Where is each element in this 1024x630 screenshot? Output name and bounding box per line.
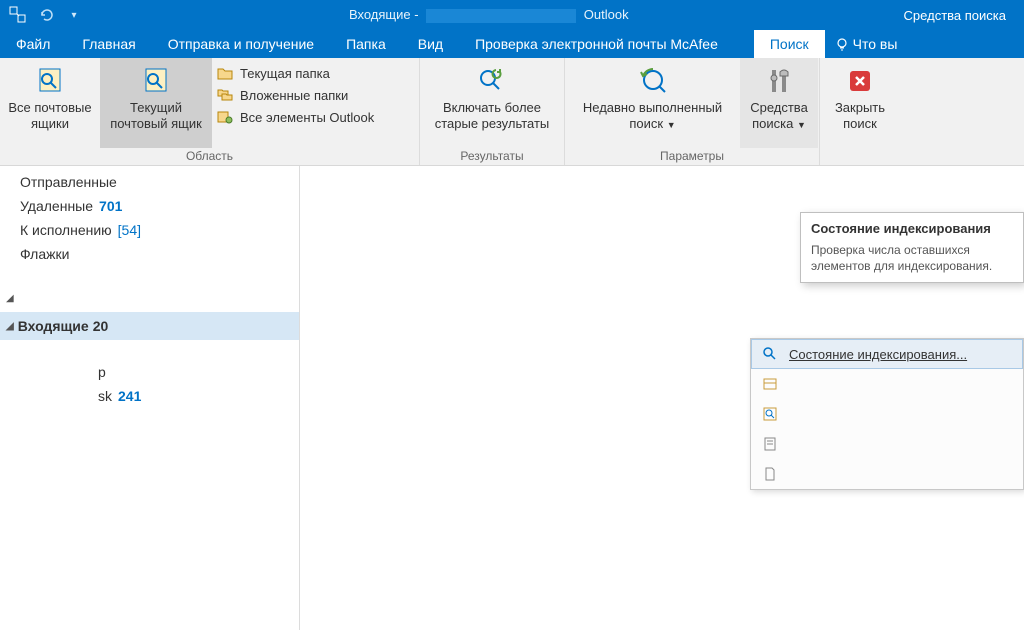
tell-me[interactable]: Что вы (825, 30, 908, 58)
doc-icon (761, 465, 779, 483)
title-bar: ▾ Входящие - Outlook Средства поиска (0, 0, 1024, 30)
folder-deleted-label: Удаленные (20, 198, 93, 214)
folder-sub2-suffix: р (98, 364, 106, 380)
collapse-icon: ◢ (6, 293, 14, 304)
tools-icon (764, 64, 794, 98)
lightbulb-icon (835, 37, 849, 51)
group-results: Включать более старые результаты Результ… (420, 58, 565, 165)
subfolders-icon (216, 86, 234, 104)
dropdown-item-5[interactable] (751, 459, 1023, 489)
ribbon: Все почтовые ящики Текущий почтовый ящик… (0, 58, 1024, 166)
current-mailbox-label: Текущий почтовый ящик (100, 100, 212, 131)
app-icon[interactable] (8, 5, 28, 25)
current-folder-label: Текущая папка (240, 66, 330, 81)
tooltip-title: Состояние индексирования (811, 221, 1013, 236)
folder-inbox[interactable]: ◢ Входящие 20 (0, 312, 299, 340)
dropdown-item-4[interactable] (751, 429, 1023, 459)
recent-search-icon (637, 64, 669, 98)
folder-flags[interactable]: Флажки (0, 242, 299, 266)
locations-icon (761, 375, 779, 393)
folder-inbox-count: 20 (93, 318, 109, 334)
tab-sendreceive[interactable]: Отправка и получение (152, 30, 330, 58)
folder-sent-label: Отправленные (20, 174, 117, 190)
folder-icon (216, 64, 234, 82)
mailbox-search-icon (140, 64, 172, 98)
title-account-redacted (426, 9, 576, 23)
group-scope: Все почтовые ящики Текущий почтовый ящик… (0, 58, 420, 165)
group-options: Недавно выполненный поиск ▼ Средства пои… (565, 58, 820, 165)
group-close-label (820, 149, 900, 165)
search-options-icon (761, 435, 779, 453)
indexing-status-label: Состояние индексирования... (789, 347, 1013, 362)
account-header[interactable]: ◢ (0, 284, 299, 312)
folder-sub-2[interactable]: xxxxxxр (0, 360, 299, 384)
subfolders-item[interactable]: Вложенные папки (216, 86, 374, 104)
folder-deleted[interactable]: Удаленные 701 (0, 194, 299, 218)
advanced-find-icon (761, 405, 779, 423)
folder-sub-3[interactable]: xxxxxxsk 241 (0, 384, 299, 408)
folder-followup-label: К исполнению (20, 222, 112, 238)
folder-followup-count: [54] (118, 222, 141, 238)
tab-mcafee[interactable]: Проверка электронной почты McAfee (459, 30, 734, 58)
title-suffix: Outlook (584, 7, 629, 22)
folder-pane: Отправленные Удаленные 701 К исполнению … (0, 166, 300, 630)
folder-sub-1[interactable] (0, 340, 299, 360)
dropdown-item-3[interactable] (751, 399, 1023, 429)
undo-icon[interactable] (36, 5, 56, 25)
tooltip: Состояние индексирования Проверка числа … (800, 212, 1024, 283)
group-results-label: Результаты (420, 149, 564, 165)
ribbon-tabs: Файл Главная Отправка и получение Папка … (0, 30, 1024, 58)
include-older-button[interactable]: Включать более старые результаты (420, 58, 564, 148)
folder-followup[interactable]: К исполнению [54] (0, 218, 299, 242)
search-tools-button[interactable]: Средства поиска ▼ (740, 58, 818, 148)
contextual-tab-label: Средства поиска (886, 0, 1024, 30)
group-close: Закрыть поиск (820, 58, 900, 165)
folder-inbox-label: Входящие (18, 318, 89, 334)
close-label: Закрыть поиск (820, 100, 900, 131)
tab-search[interactable]: Поиск (754, 30, 825, 58)
title-prefix: Входящие - (349, 7, 419, 22)
group-scope-label: Область (0, 149, 419, 165)
qat-customize-icon[interactable]: ▾ (64, 5, 84, 25)
folder-deleted-count: 701 (99, 198, 122, 214)
folder-sent[interactable]: Отправленные (0, 170, 299, 194)
recent-label: Недавно выполненный поиск ▼ (565, 100, 740, 131)
recent-searches-button[interactable]: Недавно выполненный поиск ▼ (565, 58, 740, 148)
include-older-label: Включать более старые результаты (420, 100, 564, 131)
dropdown-item-2[interactable] (751, 369, 1023, 399)
refresh-search-icon (476, 64, 508, 98)
subfolders-label: Вложенные папки (240, 88, 348, 103)
folder-sub3-count: 241 (118, 388, 141, 404)
tab-view[interactable]: Вид (402, 30, 459, 58)
search-tools-dropdown: Состояние индексирования... (750, 338, 1024, 490)
folder-sub3-suffix: sk (98, 388, 112, 404)
tab-file[interactable]: Файл (0, 30, 66, 58)
current-mailbox-button[interactable]: Текущий почтовый ящик (100, 58, 212, 148)
current-folder-item[interactable]: Текущая папка (216, 64, 374, 82)
mailbox-search-icon (34, 64, 66, 98)
collapse-icon: ◢ (6, 321, 14, 332)
account-label (18, 290, 22, 306)
outlook-items-icon (216, 108, 234, 126)
close-icon (846, 64, 874, 98)
tooltip-body: Проверка числа оставшихся элементов для … (811, 242, 1013, 274)
tell-me-label: Что вы (853, 36, 898, 52)
tab-home[interactable]: Главная (66, 30, 151, 58)
scope-options: Текущая папка Вложенные папки Все элемен… (212, 58, 382, 126)
all-outlook-items[interactable]: Все элементы Outlook (216, 108, 374, 126)
group-options-label: Параметры (565, 149, 819, 165)
all-mailboxes-label: Все почтовые ящики (0, 100, 100, 131)
tools-label: Средства поиска ▼ (740, 100, 818, 131)
tab-folder[interactable]: Папка (330, 30, 402, 58)
all-mailboxes-button[interactable]: Все почтовые ящики (0, 58, 100, 148)
close-search-button[interactable]: Закрыть поиск (820, 58, 900, 148)
search-status-icon (761, 345, 779, 363)
window-title: Входящие - Outlook (92, 7, 886, 23)
all-outlook-label: Все элементы Outlook (240, 110, 374, 125)
quick-access-toolbar: ▾ (0, 5, 92, 25)
folder-flags-label: Флажки (20, 246, 69, 262)
indexing-status-item[interactable]: Состояние индексирования... (751, 339, 1023, 369)
